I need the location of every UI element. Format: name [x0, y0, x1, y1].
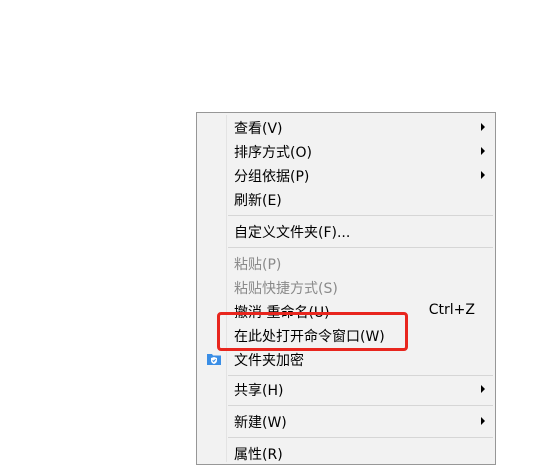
submenu-arrow-icon: [481, 417, 485, 425]
menu-item-label: 粘贴快捷方式(S): [234, 281, 338, 297]
submenu-arrow-icon: [481, 385, 485, 393]
menu-item-label: 撤消 重命名(U): [234, 305, 330, 321]
menu-separator: [228, 215, 493, 216]
menu-item-refresh[interactable]: 刷新(E): [199, 187, 493, 211]
menu-item-group-by[interactable]: 分组依据(P): [199, 163, 493, 187]
menu-item-customize-folder[interactable]: 自定义文件夹(F)...: [199, 219, 493, 243]
menu-separator: [228, 247, 493, 248]
menu-item-sort-by[interactable]: 排序方式(O): [199, 139, 493, 163]
menu-item-label: 文件夹加密: [234, 353, 304, 369]
submenu-arrow-icon: [481, 171, 485, 179]
menu-item-shortcut: Ctrl+Z: [428, 302, 475, 318]
menu-item-properties[interactable]: 属性(R): [199, 441, 493, 465]
menu-item-open-command-window[interactable]: 在此处打开命令窗口(W): [199, 323, 493, 347]
folder-shield-icon: [207, 352, 221, 365]
menu-item-paste-shortcut: 粘贴快捷方式(S): [199, 275, 493, 299]
menu-item-label: 在此处打开命令窗口(W): [234, 329, 385, 345]
menu-item-paste: 粘贴(P): [199, 251, 493, 275]
menu-item-label: 自定义文件夹(F)...: [234, 225, 351, 241]
menu-item-label: 属性(R): [234, 447, 283, 463]
menu-item-label: 粘贴(P): [234, 257, 282, 273]
menu-item-new[interactable]: 新建(W): [199, 409, 493, 433]
menu-item-label: 新建(W): [234, 415, 287, 431]
menu-separator: [228, 375, 493, 376]
menu-item-label: 分组依据(P): [234, 169, 310, 185]
menu-item-label: 排序方式(O): [234, 145, 312, 161]
menu-separator: [228, 405, 493, 406]
menu-separator: [228, 437, 493, 438]
menu-item-view[interactable]: 查看(V): [199, 115, 493, 139]
menu-item-folder-encrypt[interactable]: 文件夹加密: [199, 347, 493, 371]
menu-item-label: 共享(H): [234, 383, 284, 399]
submenu-arrow-icon: [481, 123, 485, 131]
menu-item-share[interactable]: 共享(H): [199, 377, 493, 401]
submenu-arrow-icon: [481, 147, 485, 155]
context-menu: 查看(V) 排序方式(O) 分组依据(P) 刷新(E) 自定义文件夹(F)...…: [196, 112, 496, 465]
menu-item-label: 查看(V): [234, 121, 283, 137]
menu-item-label: 刷新(E): [234, 193, 282, 209]
menu-item-undo-rename[interactable]: 撤消 重命名(U) Ctrl+Z: [199, 299, 493, 323]
